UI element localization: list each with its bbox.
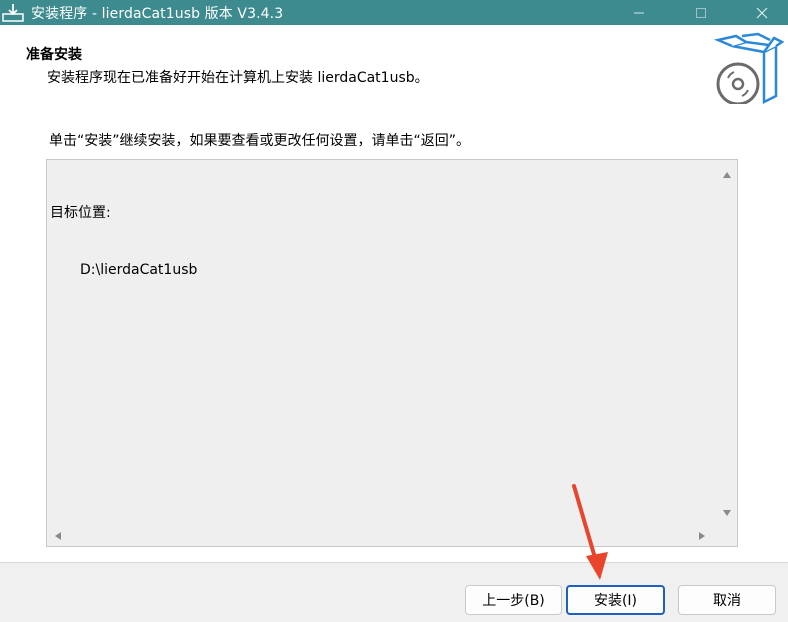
triangle-up-icon <box>723 172 731 178</box>
triangle-right-icon <box>699 532 705 540</box>
wizard-header: 准备安装 安装程序现在已准备好开始在计算机上安装 lierdaCat1usb。 <box>0 25 788 115</box>
scroll-left-arrow[interactable] <box>53 531 63 541</box>
window-title: 安装程序 - lierdaCat1usb 版本 V3.4.3 <box>31 6 284 22</box>
cancel-button[interactable]: 取消 <box>678 585 776 615</box>
minimize-button[interactable] <box>613 0 665 25</box>
scroll-right-arrow[interactable] <box>697 531 707 541</box>
memo-value: D:\lierdaCat1usb <box>80 262 198 278</box>
instruction-text: 单击“安装”继续安装，如果要查看或更改任何设置，请单击“返回”。 <box>49 133 471 149</box>
page-subtitle: 安装程序现在已准备好开始在计算机上安装 lierdaCat1usb。 <box>47 70 429 86</box>
scroll-up-arrow[interactable] <box>722 170 732 180</box>
button-bar <box>0 563 788 622</box>
close-button[interactable] <box>736 0 788 25</box>
install-button[interactable]: 安装(I) <box>566 585 665 615</box>
ready-memo-box[interactable]: 目标位置: D:\lierdaCat1usb <box>46 159 738 547</box>
close-icon <box>756 7 768 18</box>
vertical-scrollbar[interactable] <box>717 160 737 528</box>
installer-app-icon <box>2 4 24 22</box>
page-title: 准备安装 <box>26 47 82 63</box>
horizontal-scrollbar[interactable] <box>47 526 719 546</box>
maximize-button[interactable] <box>675 0 727 25</box>
setup-box-disc-icon <box>713 32 784 104</box>
scroll-down-arrow[interactable] <box>722 508 732 518</box>
scrollbar-corner <box>717 526 737 546</box>
maximize-icon <box>696 7 706 18</box>
triangle-down-icon <box>723 510 731 516</box>
back-button[interactable]: 上一步(B) <box>465 585 562 615</box>
minimize-icon <box>634 12 644 13</box>
installer-window: 安装程序 - lierdaCat1usb 版本 V3.4.3 准备安装 安装程序… <box>0 0 788 622</box>
triangle-left-icon <box>55 532 61 540</box>
memo-label: 目标位置: <box>50 205 111 221</box>
title-bar[interactable]: 安装程序 - lierdaCat1usb 版本 V3.4.3 <box>0 0 788 25</box>
memo-content: 目标位置: D:\lierdaCat1usb <box>50 166 197 318</box>
